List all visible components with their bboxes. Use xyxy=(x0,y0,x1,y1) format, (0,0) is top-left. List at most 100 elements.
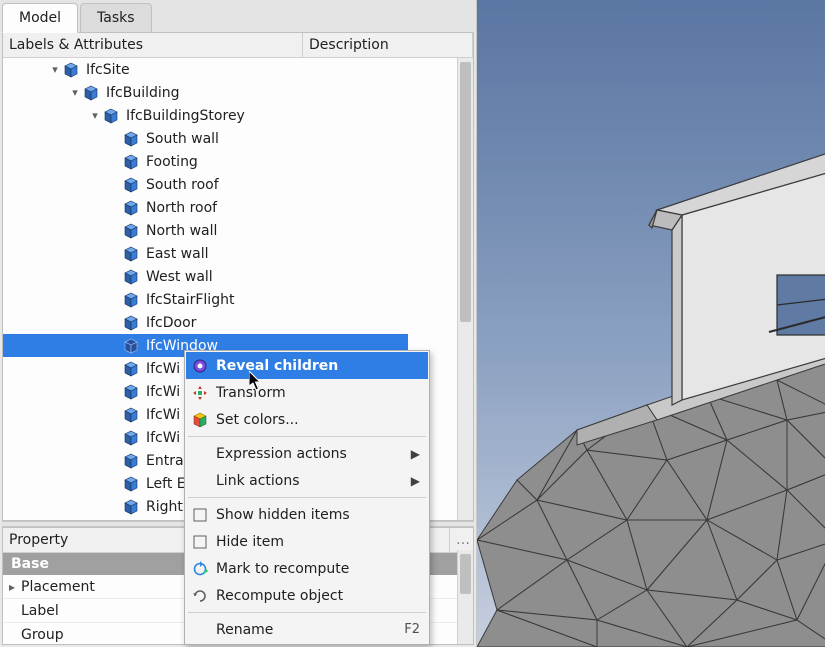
cube-icon xyxy=(103,108,119,124)
submenu-arrow-icon: ▶ xyxy=(408,447,420,461)
menu-separator xyxy=(188,497,426,498)
tree-item-label: IfcBuilding xyxy=(104,84,182,102)
tree-item[interactable]: North roof xyxy=(3,196,473,219)
tree-item-label: IfcWi xyxy=(144,406,182,424)
menu-item-label: Recompute object xyxy=(216,588,420,604)
tree-item-label: IfcDoor xyxy=(144,314,198,332)
blank-icon xyxy=(190,472,210,490)
3d-scene xyxy=(477,0,825,647)
cube-icon xyxy=(123,430,139,446)
menu-item-label: Rename xyxy=(216,622,404,638)
tree-item-label: North roof xyxy=(144,199,219,217)
menu-item-label: Hide item xyxy=(216,534,420,550)
tree-item-ifcsite[interactable]: ▾ IfcSite xyxy=(3,58,473,81)
tree-item[interactable]: South roof xyxy=(3,173,473,196)
expander-icon[interactable]: ▾ xyxy=(89,110,101,122)
tree-item-label: IfcSite xyxy=(84,61,132,79)
tree-item-label: North wall xyxy=(144,222,219,240)
menu-item-hide-item[interactable]: Hide item xyxy=(186,528,428,555)
tree-header: Labels & Attributes Description xyxy=(3,33,473,58)
recompute-object-icon xyxy=(190,587,210,605)
cube-icon xyxy=(123,315,139,331)
left-panel: Model Tasks Labels & Attributes Descript… xyxy=(0,0,477,647)
cube-icon xyxy=(123,292,139,308)
tree-item[interactable]: East wall xyxy=(3,242,473,265)
cube-icon xyxy=(123,246,139,262)
tab-tasks[interactable]: Tasks xyxy=(80,3,152,32)
cube-icon xyxy=(123,269,139,285)
property-label: Placement xyxy=(21,579,181,595)
tree-item[interactable]: Footing xyxy=(3,150,473,173)
tree-item[interactable]: South wall xyxy=(3,127,473,150)
menu-item-label: Transform xyxy=(216,385,420,401)
tree-item-label: IfcWi xyxy=(144,383,182,401)
cube-icon xyxy=(123,200,139,216)
tree-item-label: IfcBuildingStorey xyxy=(124,107,247,125)
tree-item-label: Right xyxy=(144,498,185,516)
tree-item-label: West wall xyxy=(144,268,215,286)
scrollbar-thumb[interactable] xyxy=(460,62,471,322)
cube-icon xyxy=(123,407,139,423)
3d-viewport[interactable] xyxy=(477,0,825,647)
menu-item-label: Expression actions xyxy=(216,446,408,462)
tree-header-description[interactable]: Description xyxy=(303,33,473,57)
blank-icon xyxy=(190,621,210,639)
submenu-arrow-icon: ▶ xyxy=(408,474,420,488)
expander-icon[interactable]: ▾ xyxy=(69,87,81,99)
cube-icon xyxy=(123,453,139,469)
cube-icon xyxy=(123,131,139,147)
cube-icon xyxy=(123,361,139,377)
tree-item-ifcbuildingstorey[interactable]: ▾ IfcBuildingStorey xyxy=(3,104,473,127)
menu-item-show-hidden-items[interactable]: Show hidden items xyxy=(186,501,428,528)
menu-item-expression-actions[interactable]: Expression actions ▶ xyxy=(186,440,428,467)
tree-header-labels[interactable]: Labels & Attributes xyxy=(3,33,303,57)
tree-item-label: Left E xyxy=(144,475,188,493)
expander-icon[interactable]: ▾ xyxy=(49,64,61,76)
property-label: Label xyxy=(21,603,181,619)
menu-item-mark-to-recompute[interactable]: Mark to recompute xyxy=(186,555,428,582)
tree-item-label: South roof xyxy=(144,176,221,194)
menu-item-link-actions[interactable]: Link actions ▶ xyxy=(186,467,428,494)
menu-item-label: Show hidden items xyxy=(216,507,420,523)
menu-item-set-colors[interactable]: Set colors... xyxy=(186,406,428,433)
scrollbar-thumb[interactable] xyxy=(460,554,471,594)
cube-icon xyxy=(123,154,139,170)
property-scrollbar[interactable] xyxy=(457,550,473,644)
property-header-more[interactable]: … xyxy=(449,528,473,552)
menu-separator xyxy=(188,612,426,613)
menu-item-rename[interactable]: Rename F2 xyxy=(186,616,428,643)
tree-scrollbar[interactable] xyxy=(457,58,473,520)
menu-separator xyxy=(188,436,426,437)
checkbox-unchecked-icon xyxy=(190,506,210,524)
expander-icon[interactable]: ▸ xyxy=(3,580,21,594)
tree-item[interactable]: IfcDoor xyxy=(3,311,473,334)
transform-icon xyxy=(190,384,210,402)
menu-item-label: Reveal children xyxy=(216,358,420,374)
tree-item-label: South wall xyxy=(144,130,221,148)
tree-item[interactable]: North wall xyxy=(3,219,473,242)
tree-item-label: IfcWi xyxy=(144,360,182,378)
tree-item[interactable]: West wall xyxy=(3,265,473,288)
tree-item[interactable]: IfcStairFlight xyxy=(3,288,473,311)
menu-item-label: Link actions xyxy=(216,473,408,489)
cube-icon xyxy=(63,62,79,78)
menu-item-transform[interactable]: Transform xyxy=(186,379,428,406)
tree-item-label: Entra xyxy=(144,452,186,470)
cube-icon xyxy=(123,338,139,354)
menu-item-reveal-children[interactable]: Reveal children xyxy=(186,352,428,379)
context-menu: Reveal children Transform Set colors... … xyxy=(184,350,430,645)
cube-icon xyxy=(123,384,139,400)
panel-tabs: Model Tasks xyxy=(0,0,476,32)
tab-model[interactable]: Model xyxy=(2,3,78,33)
menu-item-accelerator: F2 xyxy=(404,622,420,637)
menu-item-recompute-object[interactable]: Recompute object xyxy=(186,582,428,609)
tab-model-label: Model xyxy=(19,10,61,26)
cube-icon xyxy=(123,223,139,239)
property-label: Group xyxy=(21,627,181,643)
recompute-icon xyxy=(190,560,210,578)
blank-icon xyxy=(190,445,210,463)
cube-icon xyxy=(123,499,139,515)
tree-item-ifcbuilding[interactable]: ▾ IfcBuilding xyxy=(3,81,473,104)
cube-icon xyxy=(83,85,99,101)
cube-icon xyxy=(123,177,139,193)
